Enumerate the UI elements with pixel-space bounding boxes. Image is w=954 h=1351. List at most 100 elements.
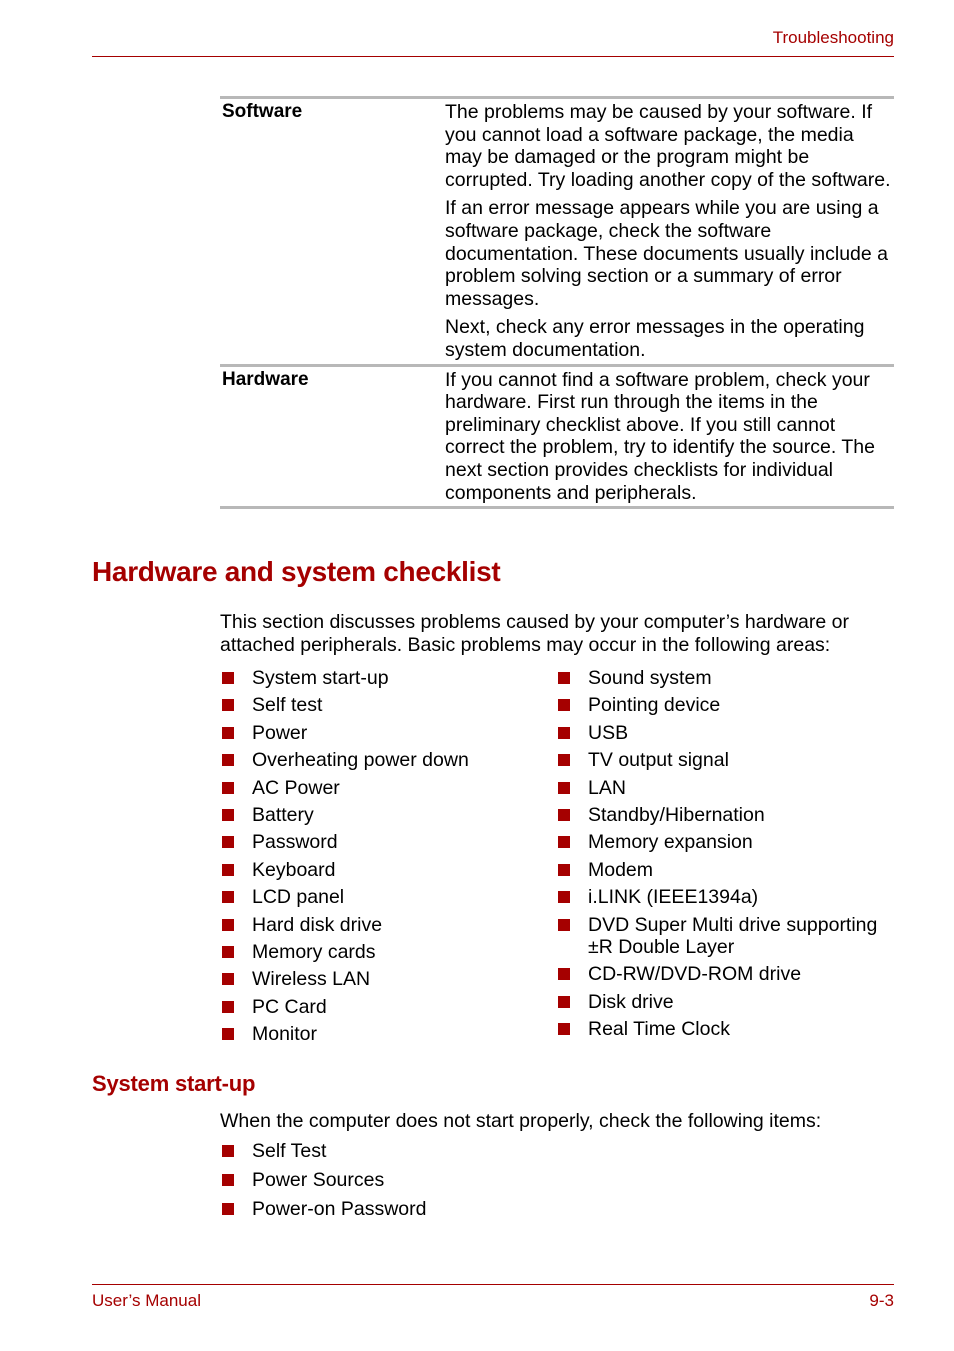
row-label: Software [222, 101, 303, 122]
square-bullet-icon [558, 726, 570, 739]
list-item-text: DVD Super Multi drive supporting ±R Doub… [588, 913, 878, 959]
square-bullet-icon [222, 1000, 234, 1013]
row-body: If you cannot find a software problem, c… [445, 369, 894, 505]
list-item-text: CD-RW/DVD-ROM drive [588, 963, 802, 986]
square-bullet-icon [222, 726, 234, 739]
list-item: Self Test [222, 1140, 427, 1163]
footer-rule [92, 1284, 894, 1285]
list-item: Disk drive [558, 991, 898, 1014]
list-item-text: Wireless LAN [252, 968, 371, 991]
square-bullet-icon [222, 891, 234, 904]
list-item: LCD panel [222, 886, 469, 909]
list-item: TV output signal [558, 749, 898, 772]
square-bullet-icon [222, 945, 234, 958]
square-bullet-icon [222, 973, 234, 986]
list-item: Self test [222, 694, 469, 717]
square-bullet-icon [558, 699, 570, 712]
list-item-text: Power-on Password [252, 1198, 427, 1220]
list-item: Memory cards [222, 941, 469, 964]
table-row: Hardware If you cannot find a software p… [220, 363, 894, 510]
subsection-heading: System start-up [92, 1071, 256, 1096]
list-item: Power Sources [222, 1169, 427, 1192]
list-item: PC Card [222, 996, 469, 1019]
square-bullet-icon [222, 1203, 234, 1215]
list-item: Password [222, 831, 469, 854]
square-bullet-icon [558, 836, 570, 849]
list-item-text: Standby/Hibernation [588, 803, 765, 826]
list-item-text: Hard disk drive [252, 913, 383, 936]
list-item: DVD Super Multi drive supporting ±R Doub… [558, 914, 898, 959]
square-bullet-icon [558, 808, 570, 821]
square-bullet-icon [558, 968, 570, 981]
list-item: Keyboard [222, 859, 469, 882]
list-item: Power [222, 722, 469, 745]
square-bullet-icon [222, 754, 234, 767]
square-bullet-icon [222, 1174, 234, 1186]
square-bullet-icon [558, 918, 570, 931]
square-bullet-icon [222, 781, 234, 794]
row-paragraph: Next, check any error messages in the op… [445, 316, 865, 361]
list-item-text: Memory cards [252, 940, 376, 963]
troubleshooting-table: Software The problems may be caused by y… [220, 96, 894, 510]
square-bullet-icon [558, 995, 570, 1008]
list-item-text: TV output signal [588, 749, 729, 772]
list-item: USB [558, 722, 898, 745]
square-bullet-icon [558, 891, 570, 904]
list-item-text: Monitor [252, 1023, 318, 1046]
list-item: Hard disk drive [222, 914, 469, 937]
list-item-text: Power Sources [252, 1169, 385, 1191]
row-label: Hardware [222, 368, 309, 390]
list-item-text: Power [252, 721, 308, 744]
list-item-text: System start-up [252, 667, 389, 689]
list-item: Wireless LAN [222, 968, 469, 991]
header-rule [92, 56, 894, 57]
list-item: Real Time Clock [558, 1018, 898, 1041]
list-item: Monitor [222, 1023, 469, 1046]
square-bullet-icon [558, 672, 570, 684]
square-bullet-icon [558, 754, 570, 767]
list-item: Overheating power down [222, 749, 469, 772]
list-item: Standby/Hibernation [558, 804, 898, 827]
list-item-text: Memory expansion [588, 831, 753, 854]
list-item-text: Modem [588, 858, 654, 881]
list-item-text: Real Time Clock [588, 1018, 730, 1041]
list-item-text: PC Card [252, 995, 327, 1018]
list-item: Pointing device [558, 694, 898, 717]
list-item-text: USB [588, 721, 629, 744]
square-bullet-icon [222, 1145, 234, 1157]
list-item: AC Power [222, 777, 469, 800]
list-item-text: Battery [252, 803, 314, 826]
list-item: Modem [558, 859, 898, 882]
startup-checklist: Self Test Power Sources Power-on Password [222, 1140, 427, 1227]
list-item-text: Keyboard [252, 858, 336, 881]
list-item-text: i.LINK (IEEE1394a) [588, 886, 759, 909]
list-item: LAN [558, 777, 898, 800]
row-paragraph: If you cannot find a software problem, c… [445, 368, 875, 504]
list-item-text: Self Test [252, 1140, 327, 1162]
row-paragraph: If an error message appears while you ar… [445, 197, 888, 310]
square-bullet-icon [558, 781, 570, 794]
square-bullet-icon [222, 672, 234, 684]
page-number: 9-3 [869, 1291, 894, 1310]
square-bullet-icon [222, 808, 234, 821]
list-item: Memory expansion [558, 831, 898, 854]
checklist-right-column: Sound system Pointing device USB TV output … [558, 667, 898, 1046]
footer-manual-title: User’s Manual [92, 1291, 201, 1310]
checklist-left-column: System start-up Self test Power Overheating… [222, 667, 469, 1050]
list-item: CD-RW/DVD-ROM drive [558, 963, 898, 986]
square-bullet-icon [558, 863, 570, 876]
running-header: Troubleshooting [772, 28, 894, 47]
square-bullet-icon [558, 1023, 570, 1036]
list-item-text: Self test [252, 694, 323, 717]
section-intro: This section discusses problems caused b… [220, 611, 849, 656]
list-item: Power-on Password [222, 1198, 427, 1221]
list-item: Sound system [558, 667, 898, 690]
row-body: The problems may be caused by your softw… [445, 101, 894, 362]
list-item-text: Disk drive [588, 990, 674, 1013]
list-item-text: LCD panel [252, 886, 345, 909]
list-item-text: LAN [588, 776, 626, 799]
list-item-text: Password [252, 831, 338, 854]
list-item: Battery [222, 804, 469, 827]
square-bullet-icon [222, 918, 234, 931]
list-item-text: Pointing device [588, 694, 721, 717]
